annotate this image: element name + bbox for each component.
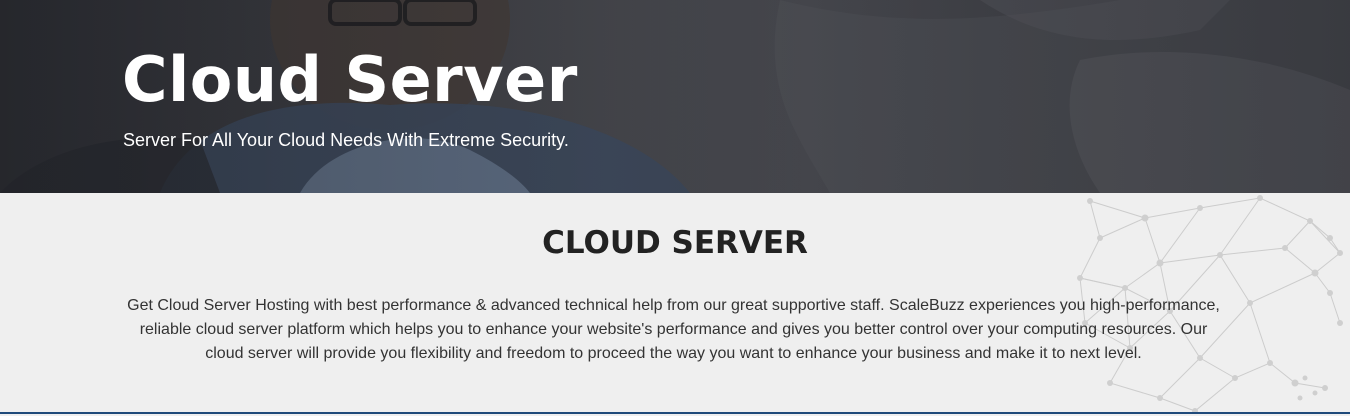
page-subtitle: Server For All Your Cloud Needs With Ext…: [123, 130, 569, 150]
page-title: Cloud Server: [122, 43, 578, 116]
section-description: Get Cloud Server Hosting with best perfo…: [127, 297, 1220, 362]
cloud-server-intro-section: CLOUD SERVER Get Cloud Server Hosting wi…: [0, 193, 1350, 414]
hero-banner: Cloud Server Server For All Your Cloud N…: [0, 0, 1350, 193]
section-heading: CLOUD SERVER: [542, 225, 808, 261]
section-bottom-divider: [0, 412, 1350, 414]
